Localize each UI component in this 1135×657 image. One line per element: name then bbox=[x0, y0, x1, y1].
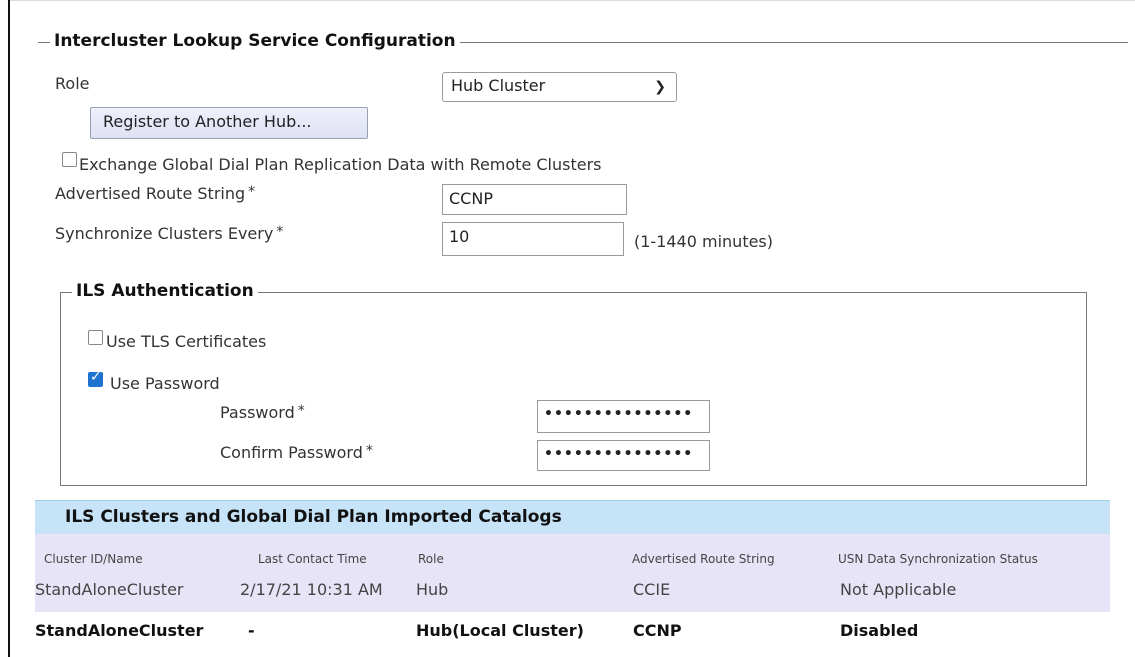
confirm-password-input[interactable]: ••••••••••••••• bbox=[537, 440, 710, 471]
password-label: Password * bbox=[220, 403, 305, 422]
col-header-role: Role bbox=[418, 552, 444, 566]
catalogs-row-lavender bbox=[35, 534, 1110, 612]
ils-auth-legend: ILS Authentication bbox=[72, 281, 258, 301]
col-header-usn-status: USN Data Synchronization Status bbox=[838, 552, 1038, 566]
role-select[interactable]: Hub Cluster ❯ bbox=[442, 72, 677, 102]
page-left-border bbox=[8, 0, 10, 657]
catalogs-title: ILS Clusters and Global Dial Plan Import… bbox=[65, 507, 562, 527]
table-row-2-role: Hub(Local Cluster) bbox=[416, 621, 584, 640]
password-checkbox[interactable] bbox=[88, 369, 103, 387]
chevron-down-icon: ❯ bbox=[654, 79, 666, 95]
col-header-cluster: Cluster ID/Name bbox=[44, 552, 143, 566]
table-row-2-last-contact: - bbox=[248, 621, 255, 640]
catalogs-header: ILS Clusters and Global Dial Plan Import… bbox=[35, 500, 1110, 535]
role-select-value: Hub Cluster bbox=[451, 76, 546, 95]
table-row-2-route-string: CCNP bbox=[633, 621, 682, 640]
table-row-2-cluster: StandAloneCluster bbox=[35, 621, 204, 640]
exchange-label: Exchange Global Dial Plan Replication Da… bbox=[79, 155, 602, 174]
role-label: Role bbox=[55, 74, 90, 93]
tls-checkbox[interactable] bbox=[88, 330, 103, 345]
required-mark: * bbox=[248, 184, 256, 200]
required-mark: * bbox=[276, 224, 284, 240]
sync-label: Synchronize Clusters Every * bbox=[55, 224, 284, 243]
tls-label: Use TLS Certificates bbox=[106, 332, 267, 351]
table-row-1-role: Hub bbox=[416, 580, 449, 599]
sync-input[interactable]: 10 bbox=[442, 222, 624, 256]
table-row-1-cluster: StandAloneCluster bbox=[35, 580, 184, 599]
sync-hint: (1-1440 minutes) bbox=[634, 232, 774, 251]
password-input[interactable]: ••••••••••••••• bbox=[537, 400, 710, 433]
page-top-border bbox=[8, 0, 1135, 1]
table-row-1-route-string: CCIE bbox=[633, 580, 671, 599]
table-row-1-last-contact: 2/17/21 10:31 AM bbox=[240, 580, 383, 599]
ils-config-legend: Intercluster Lookup Service Configuratio… bbox=[50, 31, 460, 51]
table-row-1-usn-status: Not Applicable bbox=[840, 580, 957, 599]
col-header-route-string: Advertised Route String bbox=[632, 552, 775, 566]
confirm-password-label: Confirm Password * bbox=[220, 443, 373, 462]
table-row-2-usn-status: Disabled bbox=[840, 621, 919, 640]
password-checkbox-label: Use Password bbox=[110, 374, 220, 393]
route-label: Advertised Route String * bbox=[55, 184, 256, 203]
register-to-another-hub-button[interactable]: Register to Another Hub... bbox=[90, 107, 368, 139]
required-mark: * bbox=[297, 403, 305, 419]
exchange-checkbox[interactable] bbox=[62, 152, 77, 167]
route-input[interactable]: CCNP bbox=[442, 184, 627, 215]
col-header-last-contact: Last Contact Time bbox=[258, 552, 367, 566]
required-mark: * bbox=[365, 443, 373, 459]
ils-config-fieldset-leftedge bbox=[38, 42, 46, 43]
